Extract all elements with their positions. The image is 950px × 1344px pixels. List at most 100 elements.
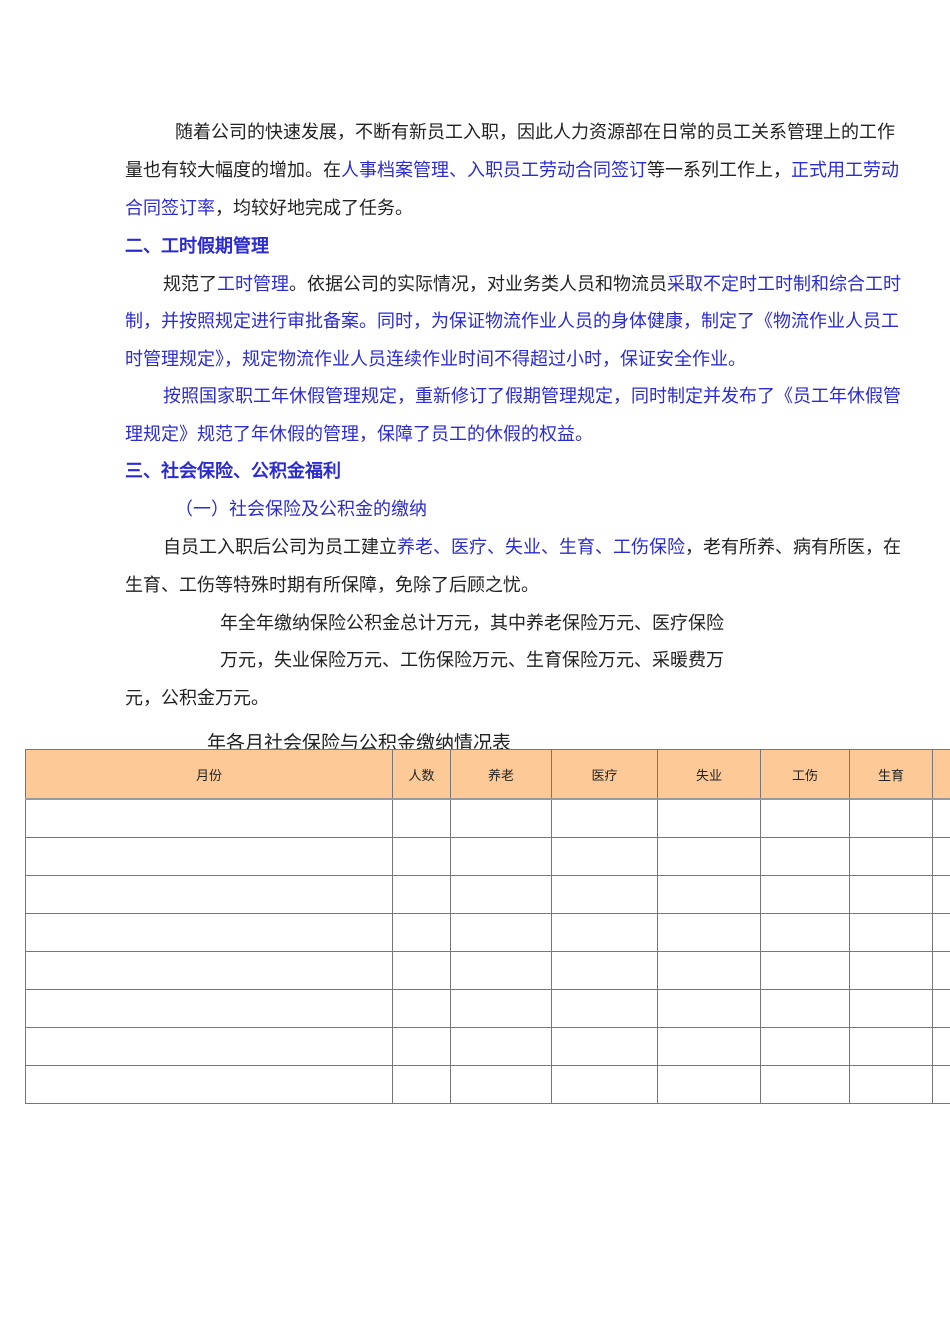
highlighted-text: 正式用工劳动: [791, 160, 899, 181]
paragraph-line: 元，公积金万元。: [125, 687, 269, 711]
column-header: 生育: [849, 749, 933, 800]
table-cell: [932, 989, 950, 1028]
table-cell: [392, 837, 451, 876]
table-header-row: 月份 人数 养老 医疗 失业 工伤 生育: [25, 749, 950, 800]
table-cell: [25, 837, 393, 876]
table-cell: [25, 875, 393, 914]
table-cell: [450, 913, 552, 952]
highlighted-text: 时管理规定》，规定物流作业人员连续作业时间不得超过小时，保证安全作业。: [125, 349, 746, 370]
table-cell: [25, 913, 393, 952]
text-run: 量也有较大幅度的增加。在: [125, 160, 341, 181]
table-cell: [849, 837, 933, 876]
table-cell: [760, 913, 850, 952]
table-cell: [392, 989, 451, 1028]
highlighted-text: 按照国家职工年休假管理规定，重新修订了假期管理规定，同时制定并发布了《员工年休假…: [163, 386, 901, 407]
table-cell: [450, 951, 552, 990]
text-run: 随着公司的快速发展，不断有新员工入职，因此人力资源部在日常的员工关系管理上的工作: [175, 122, 895, 143]
paragraph-line: 随着公司的快速发展，不断有新员工入职，因此人力资源部在日常的员工关系管理上的工作: [175, 121, 895, 145]
section-heading: 三、社会保险、公积金福利: [125, 460, 341, 484]
paragraph-line: 按照国家职工年休假管理规定，重新修订了假期管理规定，同时制定并发布了《员工年休假…: [163, 385, 901, 409]
table-cell: [450, 875, 552, 914]
paragraph-line: 理规定》规范了年休假的管理，保障了员工的休假的权益。: [125, 423, 593, 447]
table-cell: [392, 913, 451, 952]
table-cell: [760, 989, 850, 1028]
table-cell: [657, 989, 761, 1028]
paragraph-line: 生育、工伤等特殊时期有所保障，免除了后顾之忧。: [125, 574, 539, 598]
table-cell: [25, 951, 393, 990]
table-cell: [760, 951, 850, 990]
paragraph-line: 万元，失业保险万元、工伤保险万元、生育保险万元、采暖费万: [220, 649, 724, 673]
paragraph-line: 制，并按照规定进行审批备案。同时，为保证物流作业人员的身体健康，制定了《物流作业…: [125, 310, 899, 334]
table-cell: [450, 989, 552, 1028]
text-run: 元，公积金万元。: [125, 688, 269, 709]
table-cell: [657, 798, 761, 838]
column-header: 医疗: [551, 749, 658, 800]
table-row: [25, 951, 950, 990]
table-cell: [849, 798, 933, 838]
table-cell: [551, 837, 658, 876]
table-cell: [849, 913, 933, 952]
table-cell: [450, 1065, 552, 1104]
table-cell: [932, 1027, 950, 1066]
table-cell: [760, 798, 850, 838]
table-row: [25, 875, 950, 914]
table-cell: [392, 1065, 451, 1104]
table-cell: [657, 875, 761, 914]
table-cell: [392, 798, 451, 838]
table-cell: [392, 1027, 451, 1066]
table-cell: [551, 1027, 658, 1066]
text-run: ，均较好地完成了任务。: [215, 198, 413, 219]
table-cell: [551, 798, 658, 838]
table-cell: [450, 1027, 552, 1066]
table-cell: [932, 875, 950, 914]
table-cell: [760, 837, 850, 876]
table-row: [25, 1065, 950, 1104]
text-run: 等一系列工作上，: [647, 160, 791, 181]
column-header: 人数: [392, 749, 451, 800]
table-cell: [25, 1027, 393, 1066]
table-cell: [551, 875, 658, 914]
table-cell: [657, 913, 761, 952]
table-cell: [932, 798, 950, 838]
table-cell: [657, 951, 761, 990]
column-header: [932, 749, 950, 800]
table-cell: [657, 837, 761, 876]
paragraph-line: 合同签订率，均较好地完成了任务。: [125, 197, 413, 221]
table-cell: [551, 1065, 658, 1104]
column-header: 月份: [25, 749, 393, 800]
table-cell: [551, 951, 658, 990]
text-run: 自员工入职后公司为员工建立: [163, 537, 397, 558]
table-cell: [450, 837, 552, 876]
table-cell: [849, 951, 933, 990]
text-run: 年全年缴纳保险公积金总计万元，其中养老保险万元、医疗保险: [220, 613, 724, 634]
highlighted-text: 养老、医疗、失业、生育、工伤保险: [397, 537, 685, 558]
paragraph-line: 量也有较大幅度的增加。在人事档案管理、入职员工劳动合同签订等一系列工作上，正式用…: [125, 159, 899, 183]
table-cell: [657, 1065, 761, 1104]
table-cell: [450, 798, 552, 838]
table-cell: [849, 1027, 933, 1066]
paragraph-line: （一）社会保险及公积金的缴纳: [175, 498, 427, 522]
table-row: [25, 837, 950, 876]
paragraph-line: 年全年缴纳保险公积金总计万元，其中养老保险万元、医疗保险: [220, 612, 724, 636]
table-cell: [25, 798, 393, 838]
table-row: [25, 913, 950, 952]
paragraph-line: 时管理规定》，规定物流作业人员连续作业时间不得超过小时，保证安全作业。: [125, 348, 746, 372]
text-run: 万元，失业保险万元、工伤保险万元、生育保险万元、采暖费万: [220, 650, 724, 671]
table-cell: [932, 837, 950, 876]
table-cell: [551, 989, 658, 1028]
table-row: [25, 798, 950, 838]
highlighted-text: 理规定》规范了年休假的管理，保障了员工的休假的权益。: [125, 424, 593, 445]
text-run: ，老有所养、病有所医，在: [685, 537, 901, 558]
table-cell: [932, 913, 950, 952]
highlighted-text: 采取不定时工时制和综合工时: [667, 274, 901, 295]
highlighted-text: 制，并按照规定进行审批备案。同时，为保证物流作业人员的身体健康，制定了《物流作业…: [125, 311, 899, 332]
document-page: 随着公司的快速发展，不断有新员工入职，因此人力资源部在日常的员工关系管理上的工作…: [0, 0, 950, 1344]
table-row: [25, 1027, 950, 1066]
table-cell: [25, 989, 393, 1028]
highlighted-text: （一）社会保险及公积金的缴纳: [175, 499, 427, 520]
table-cell: [760, 875, 850, 914]
table-cell: [657, 1027, 761, 1066]
column-header: 工伤: [760, 749, 850, 800]
table-cell: [760, 1027, 850, 1066]
table-cell: [25, 1065, 393, 1104]
